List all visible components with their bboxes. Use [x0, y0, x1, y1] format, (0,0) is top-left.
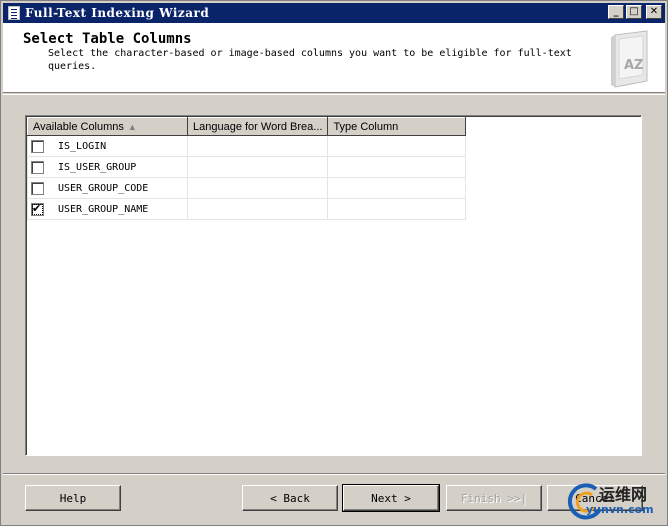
title-bar[interactable]: Full-Text Indexing Wizard _ □ ✕: [3, 3, 665, 23]
az-label: AZ: [624, 58, 644, 73]
columns-table: Available Columns ▲ Language for Word Bre…: [27, 117, 467, 220]
az-book-icon: AZ: [611, 30, 648, 88]
columns-grid[interactable]: Available Columns ▲ Language for Word Bre…: [25, 115, 642, 456]
column-name: IS_LOGIN: [58, 140, 107, 152]
document-icon: [8, 6, 20, 20]
available-column-cell[interactable]: USER_GROUP_NAME: [27, 198, 188, 220]
finish-button[interactable]: Finish >>|: [446, 485, 542, 511]
column-checkbox[interactable]: [31, 160, 44, 174]
table-row[interactable]: IS_USER_GROUP: [27, 156, 467, 178]
footer-separator-highlight: [3, 474, 665, 475]
header-language[interactable]: Language for Word Brea...: [186, 117, 329, 136]
type-column-cell[interactable]: [327, 156, 467, 178]
watermark-cn-text: 运维网: [599, 485, 648, 504]
column-name: USER_GROUP_NAME: [58, 203, 149, 215]
column-checkbox[interactable]: [31, 181, 44, 195]
type-column-cell[interactable]: [327, 177, 467, 199]
table-row[interactable]: USER_GROUP_CODE: [27, 177, 467, 199]
next-button[interactable]: Next >: [342, 484, 440, 512]
available-column-cell[interactable]: USER_GROUP_CODE: [27, 177, 188, 199]
header-separator: [3, 94, 665, 95]
page-title: Select Table Columns: [23, 31, 192, 47]
header-type-column[interactable]: Type Column: [327, 117, 467, 136]
page-description: Select the character-based or image-base…: [48, 48, 572, 72]
table-row[interactable]: USER_GROUP_NAME: [27, 198, 467, 220]
maximize-button[interactable]: □: [626, 5, 642, 19]
grid-header-row: Available Columns ▲ Language for Word Bre…: [27, 117, 467, 136]
available-column-cell[interactable]: IS_USER_GROUP: [27, 156, 188, 178]
column-checkbox-checked[interactable]: [31, 202, 44, 216]
type-column-cell[interactable]: [327, 135, 467, 157]
watermark-logo: 运维网 yunvn.com: [566, 481, 666, 523]
watermark-en-text: yunvn.com: [586, 503, 654, 516]
available-column-cell[interactable]: IS_LOGIN: [27, 135, 188, 157]
language-cell[interactable]: [186, 135, 329, 157]
wizard-header: Select Table Columns Select the characte…: [3, 23, 665, 93]
back-button[interactable]: < Back: [242, 485, 338, 511]
help-button[interactable]: Help: [25, 485, 121, 511]
minimize-button[interactable]: _: [608, 5, 624, 19]
window-title: Full-Text Indexing Wizard: [25, 6, 210, 20]
language-cell[interactable]: [186, 156, 329, 178]
close-button[interactable]: ✕: [646, 5, 662, 19]
sort-ascending-icon: ▲: [127, 121, 137, 132]
window-controls: _ □ ✕: [608, 5, 662, 19]
column-checkbox[interactable]: [31, 139, 44, 153]
column-name: IS_USER_GROUP: [58, 161, 137, 173]
language-cell[interactable]: [186, 177, 329, 199]
wizard-window: Full-Text Indexing Wizard _ □ ✕ Select T…: [0, 0, 668, 526]
table-row[interactable]: IS_LOGIN: [27, 135, 467, 157]
type-column-cell[interactable]: [327, 198, 467, 220]
language-cell[interactable]: [186, 198, 329, 220]
header-available-columns[interactable]: Available Columns ▲: [27, 117, 188, 136]
column-name: USER_GROUP_CODE: [58, 182, 149, 194]
